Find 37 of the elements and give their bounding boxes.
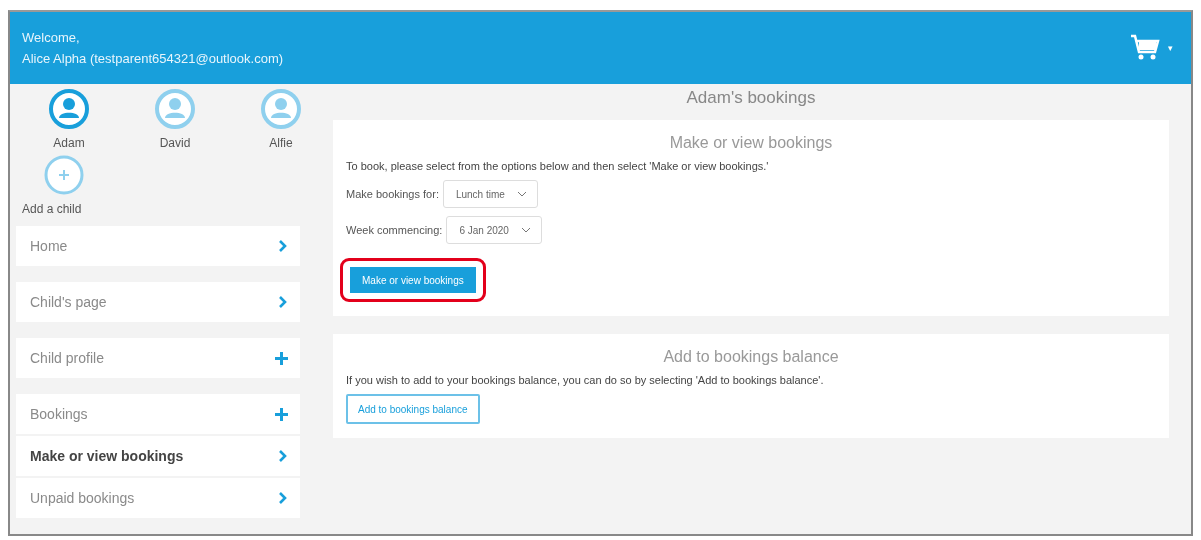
- chevron-down-icon: [520, 227, 531, 233]
- nav-item[interactable]: Bookings: [16, 394, 300, 434]
- child-avatar-icon[interactable]: [260, 88, 302, 130]
- chevron-down-icon: [516, 191, 527, 197]
- child-avatar-icon[interactable]: [48, 88, 90, 130]
- page-title: Adam's bookings: [685, 88, 817, 108]
- field-label: Week commencing:: [346, 224, 443, 236]
- chevron-right-icon: [278, 296, 288, 308]
- add-child-label[interactable]: Add a child: [22, 202, 82, 216]
- add-balance-button[interactable]: Add to bookings balance: [346, 394, 480, 424]
- child-name[interactable]: David: [159, 136, 191, 150]
- child-avatar-icon[interactable]: [154, 88, 196, 130]
- nav-item[interactable]: Child's page: [16, 282, 300, 322]
- nav-item[interactable]: Home: [16, 226, 300, 266]
- chevron-right-icon: [278, 492, 288, 504]
- nav-item[interactable]: Unpaid bookings: [16, 478, 300, 518]
- make-bookings-button[interactable]: Make or view bookings: [350, 267, 476, 293]
- add-child-icon[interactable]: [43, 154, 85, 196]
- dropdown-caret[interactable]: ▾: [1168, 43, 1173, 53]
- plus-icon: [275, 351, 288, 365]
- user-name: Alice Alpha (testparent654321@outlook.com): [22, 50, 284, 68]
- child-name[interactable]: Alfie: [269, 136, 293, 150]
- card-title: Make or view bookings: [668, 134, 834, 152]
- dropdown-field[interactable]: Lunch time: [442, 180, 538, 208]
- nav-item[interactable]: Make or view bookings: [16, 436, 300, 476]
- card-title: Add to bookings balance: [662, 348, 840, 366]
- dropdown-field[interactable]: 6 Jan 2020: [446, 216, 542, 244]
- instructions-text: To book, please select from the options below and then select 'Make or view bookings.': [346, 160, 770, 172]
- field-label: Make bookings for:: [346, 188, 439, 200]
- welcome-text: Welcome,: [22, 29, 81, 47]
- chevron-right-icon: [278, 240, 288, 252]
- nav-item[interactable]: Child profile: [16, 338, 300, 378]
- child-name[interactable]: Adam: [53, 136, 85, 150]
- plus-icon: [275, 407, 288, 421]
- instructions-text: If you wish to add to your bookings balance, you can do so by selecting 'Add to bookings balance'.: [346, 374, 825, 386]
- chevron-right-icon: [278, 450, 288, 462]
- cart-icon[interactable]: [1130, 34, 1160, 62]
